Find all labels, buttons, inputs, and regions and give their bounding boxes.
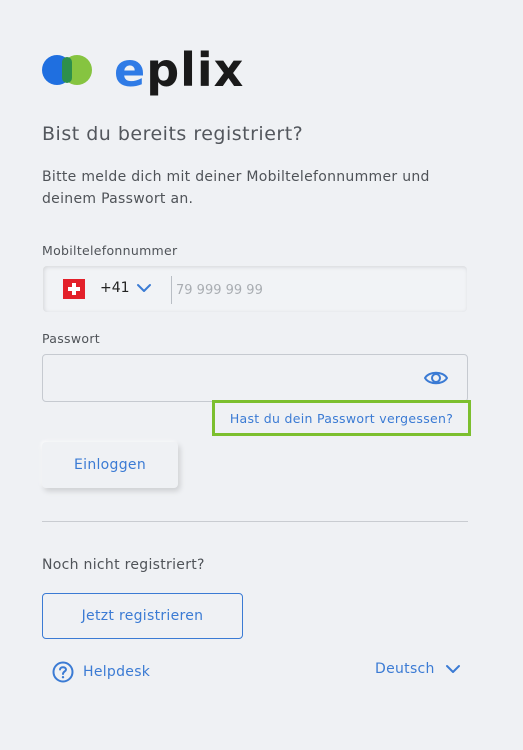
help-icon [52,661,74,683]
register-prompt: Noch nicht registriert? [42,557,205,573]
forgot-password-highlight: Hast du dein Passwort vergessen? [212,400,471,436]
password-label: Passwort [42,331,100,346]
divider [42,521,468,522]
chevron-down-icon [445,665,460,673]
page-title: Bist du bereits registriert? [42,123,304,145]
phone-field: +41 [43,266,467,312]
logo-mark-icon [42,49,96,91]
helpdesk-label: Helpdesk [83,664,151,680]
register-button[interactable]: Jetzt registrieren [42,593,243,639]
eye-icon[interactable] [423,367,449,389]
phone-input[interactable] [171,276,458,304]
login-button[interactable]: Einloggen [42,442,178,488]
password-field [42,354,468,402]
logo-wordmark: eplix [114,43,245,97]
eplix-logo: eplix [42,45,244,95]
intro-text: Bitte melde dich mit deiner Mobiltelefon… [42,169,430,207]
swiss-flag-icon[interactable] [63,279,85,299]
forgot-password-link[interactable]: Hast du dein Passwort vergessen? [230,411,453,426]
password-input[interactable] [53,365,417,393]
language-selector[interactable]: Deutsch [375,661,461,677]
chevron-down-icon[interactable] [136,282,152,294]
language-label: Deutsch [375,661,435,677]
helpdesk-link[interactable]: Helpdesk [52,661,150,683]
phone-label: Mobiltelefonnummer [42,243,178,258]
country-code[interactable]: +41 [100,280,130,296]
